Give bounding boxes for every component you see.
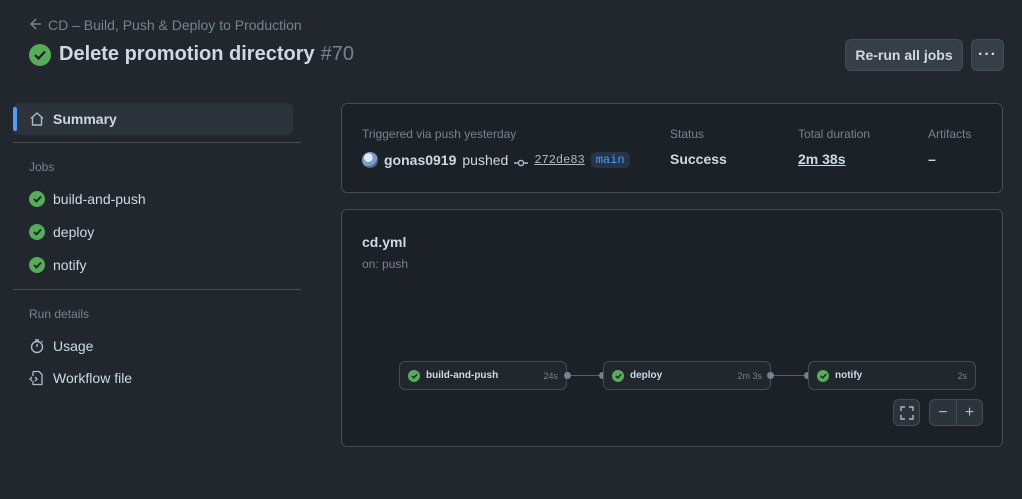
status-label: Status [670, 127, 705, 141]
check-circle-icon [817, 369, 829, 382]
fullscreen-icon [899, 405, 914, 420]
avatar[interactable] [362, 152, 378, 168]
fullscreen-button[interactable] [893, 399, 920, 426]
sidebar-item-label: Usage [53, 338, 94, 354]
graph-job-deploy[interactable]: deploy 2m 3s [603, 361, 771, 390]
check-circle-icon [612, 369, 624, 382]
trigger-details: gonas0919 pushed 272de83 main [362, 152, 630, 168]
home-icon [29, 111, 45, 127]
action-text: pushed [462, 152, 509, 168]
connector-dot [564, 372, 571, 379]
zoom-controls: − + [929, 399, 983, 426]
duration-value[interactable]: 2m 38s [798, 151, 845, 167]
commit-sha-link[interactable]: 272de83 [534, 153, 584, 167]
connector-line [774, 375, 805, 376]
sidebar-item-label: Workflow file [53, 370, 133, 386]
job-name: deploy [630, 370, 663, 381]
run-summary-card: Triggered via push yesterday gonas0919 p… [341, 103, 1003, 193]
workflow-file-name: cd.yml [362, 234, 407, 250]
sidebar-item-label: notify [53, 257, 87, 273]
artifacts-label: Artifacts [928, 127, 972, 141]
branch-badge[interactable]: main [590, 152, 630, 168]
workflow-graph-card: cd.yml on: push build-and-push 24s deplo… [341, 209, 1003, 447]
connector-line [571, 375, 600, 376]
job-name: build-and-push [426, 370, 499, 381]
run-title: Delete promotion directory [59, 43, 315, 65]
sidebar-item-workflow-file[interactable]: Workflow file [29, 370, 132, 386]
sidebar-divider [13, 142, 301, 143]
sidebar-item-notify[interactable]: notify [29, 257, 86, 273]
back-link[interactable]: CD – Build, Push & Deploy to Production [29, 17, 302, 33]
active-indicator [13, 107, 17, 131]
sidebar-item-usage[interactable]: Usage [29, 338, 93, 354]
file-code-icon [29, 370, 45, 386]
zoom-in-button[interactable]: + [957, 404, 982, 422]
user-link[interactable]: gonas0919 [384, 152, 456, 168]
git-commit-icon [514, 155, 529, 167]
sidebar-item-label: deploy [53, 224, 95, 240]
graph-job-notify[interactable]: notify 2s [808, 361, 976, 390]
job-duration: 24s [543, 370, 558, 381]
sidebar-item-deploy[interactable]: deploy [29, 224, 94, 240]
page-title: Delete promotion directory #70 [29, 43, 354, 66]
check-circle-icon [29, 191, 45, 207]
job-duration: 2s [957, 370, 967, 381]
workflow-trigger: on: push [362, 257, 409, 271]
job-name: notify [835, 370, 863, 381]
artifacts-value: – [928, 151, 936, 167]
arrow-left-icon [29, 17, 42, 33]
connector-dot [767, 372, 774, 379]
more-options-button[interactable]: ··· [971, 39, 1004, 71]
status-value: Success [670, 151, 727, 167]
back-link-label: CD – Build, Push & Deploy to Production [48, 17, 302, 33]
zoom-out-button[interactable]: − [930, 404, 956, 422]
stopwatch-icon [29, 338, 45, 354]
duration-label: Total duration [798, 127, 871, 141]
job-duration: 2m 3s [737, 370, 762, 381]
graph-job-build-and-push[interactable]: build-and-push 24s [399, 361, 567, 390]
sidebar-item-label: build-and-push [53, 191, 146, 207]
sidebar-item-label: Summary [53, 111, 117, 127]
run-number: #70 [320, 43, 354, 65]
rerun-all-jobs-button[interactable]: Re-run all jobs [845, 39, 963, 71]
check-circle-icon [29, 257, 45, 273]
run-details-heading: Run details [29, 307, 90, 321]
sidebar-item-build-and-push[interactable]: build-and-push [29, 191, 146, 207]
check-circle-icon [29, 224, 45, 240]
check-circle-icon [408, 369, 420, 382]
trigger-label: Triggered via push yesterday [362, 127, 517, 141]
sidebar-item-summary[interactable]: Summary [13, 103, 293, 135]
sidebar-divider [13, 289, 301, 290]
jobs-heading: Jobs [29, 160, 55, 174]
check-circle-icon [29, 43, 51, 66]
